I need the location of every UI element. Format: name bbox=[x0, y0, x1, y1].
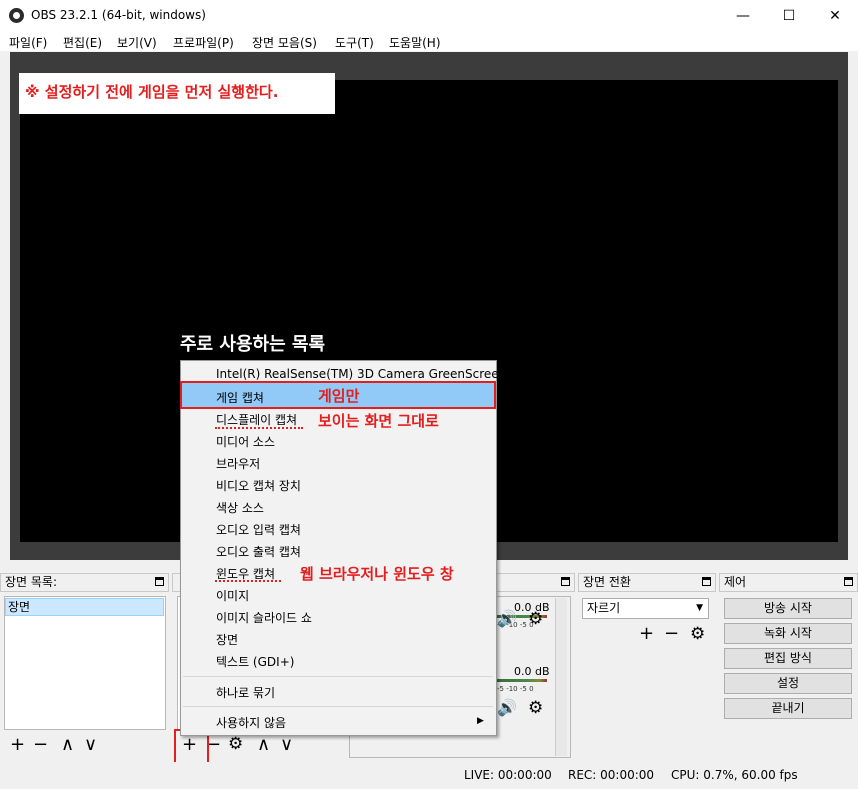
mixer-channel-1-gear-icon[interactable]: ⚙ bbox=[528, 611, 543, 628]
mixer-channel-2-gear-icon[interactable]: ⚙ bbox=[528, 700, 543, 717]
menu-item-browser[interactable]: 브라우저 bbox=[216, 455, 260, 472]
instruction-note: ※ 설정하기 전에 게임을 먼저 실행한다. bbox=[19, 73, 335, 114]
settings-button[interactable]: 설정 bbox=[724, 673, 852, 694]
scene-list-item[interactable]: 장면 bbox=[5, 598, 164, 616]
float-icon[interactable] bbox=[155, 577, 164, 586]
menu-view[interactable]: 보기(V) bbox=[117, 34, 157, 51]
context-menu-separator bbox=[183, 676, 493, 677]
source-properties-gear-icon[interactable]: ⚙ bbox=[228, 736, 243, 753]
move-scene-up-icon[interactable]: ∧ bbox=[61, 736, 74, 754]
menu-item-image[interactable]: 이미지 bbox=[216, 587, 249, 604]
move-source-down-icon[interactable]: ∨ bbox=[280, 736, 293, 754]
minimize-button[interactable]: — bbox=[720, 0, 766, 31]
studio-mode-button[interactable]: 편집 방식 bbox=[724, 648, 852, 669]
scenes-dock-title: 장면 목록: bbox=[5, 575, 58, 589]
transitions-dock-title: 장면 전환 bbox=[583, 575, 631, 589]
close-button[interactable]: ✕ bbox=[812, 0, 858, 31]
maximize-button[interactable]: ☐ bbox=[766, 0, 812, 31]
mixer-channel-2-meter bbox=[497, 679, 547, 682]
transitions-dock-header: 장면 전환 bbox=[578, 573, 716, 592]
remove-transition-icon[interactable]: − bbox=[664, 625, 679, 643]
remove-scene-icon[interactable]: − bbox=[33, 736, 48, 754]
instruction-note-text: ※ 설정하기 전에 게임을 먼저 실행한다. bbox=[25, 83, 279, 101]
annotation-web-or-window: 웹 브라우저나 윈도우 창 bbox=[300, 565, 454, 583]
mixer-channel-2-ticks: -5 -10 -5 0 bbox=[497, 685, 534, 693]
move-scene-down-icon[interactable]: ∨ bbox=[84, 736, 97, 754]
menu-item-media-source[interactable]: 미디어 소스 bbox=[216, 433, 275, 450]
submenu-arrow-icon: ▶ bbox=[477, 716, 484, 726]
menu-item-video-capture-device[interactable]: 비디오 캡쳐 장치 bbox=[216, 477, 301, 494]
move-source-up-icon[interactable]: ∧ bbox=[257, 736, 270, 754]
menu-tools[interactable]: 도구(T) bbox=[335, 34, 374, 51]
scenes-list[interactable] bbox=[4, 596, 166, 730]
mixer-scrollbar[interactable] bbox=[555, 598, 567, 756]
cpu-status: CPU: 0.7%, 60.00 fps bbox=[671, 768, 798, 782]
menu-item-audio-output-capture[interactable]: 오디오 출력 캡쳐 bbox=[216, 543, 301, 560]
display-capture-underline bbox=[215, 427, 303, 429]
float-icon[interactable] bbox=[844, 577, 853, 586]
controls-dock-header: 제어 bbox=[719, 573, 858, 592]
scenes-dock-header: 장면 목록: bbox=[0, 573, 169, 592]
chevron-down-icon: ▼ bbox=[696, 603, 703, 613]
volume-icon[interactable]: 🔊 bbox=[497, 609, 517, 628]
menu-item-deprecated[interactable]: 사용하지 않음 bbox=[216, 714, 286, 731]
start-recording-button[interactable]: 녹화 시작 bbox=[724, 623, 852, 644]
controls-dock-title: 제어 bbox=[724, 575, 747, 589]
exit-button[interactable]: 끝내기 bbox=[724, 698, 852, 719]
add-transition-icon[interactable]: + bbox=[639, 625, 654, 643]
menu-item-color-source[interactable]: 색상 소스 bbox=[216, 499, 264, 516]
obs-logo-icon bbox=[9, 8, 24, 23]
menu-help[interactable]: 도움말(H) bbox=[389, 34, 441, 51]
common-sources-label: 주로 사용하는 목록 bbox=[180, 334, 326, 355]
menu-bar: 파일(F) 편집(E) 보기(V) 프로파일(P) 장면 모음(S) 도구(T)… bbox=[0, 31, 858, 51]
volume-icon[interactable]: 🔊 bbox=[497, 698, 517, 717]
menu-item-group[interactable]: 하나로 묶기 bbox=[216, 684, 275, 701]
menu-item-audio-input-capture[interactable]: 오디오 입력 캡쳐 bbox=[216, 521, 301, 538]
transition-select-value: 자르기 bbox=[587, 601, 621, 615]
menu-item-text-gdi[interactable]: 텍스트 (GDI+) bbox=[216, 653, 294, 670]
mixer-channel-2-db: 0.0 dB bbox=[514, 665, 550, 678]
rec-status: REC: 00:00:00 bbox=[568, 768, 655, 782]
transition-properties-gear-icon[interactable]: ⚙ bbox=[690, 626, 705, 643]
menu-profile[interactable]: 프로파일(P) bbox=[173, 34, 234, 51]
live-status: LIVE: 00:00:00 bbox=[464, 768, 552, 782]
window-capture-underline bbox=[215, 580, 281, 582]
float-icon[interactable] bbox=[702, 577, 711, 586]
menu-item-scene[interactable]: 장면 bbox=[216, 631, 238, 648]
add-scene-icon[interactable]: + bbox=[10, 736, 25, 754]
menu-item-realsense[interactable]: Intel(R) RealSense(TM) 3D Camera GreenSc… bbox=[216, 367, 506, 381]
annotation-game-only: 게임만 bbox=[318, 387, 360, 405]
menu-scene-collection[interactable]: 장면 모음(S) bbox=[252, 34, 317, 51]
menu-item-display-capture[interactable]: 디스플레이 캡쳐 bbox=[216, 411, 297, 428]
menu-item-image-slideshow[interactable]: 이미지 슬라이드 쇼 bbox=[216, 609, 312, 626]
title-bar: OBS 23.2.1 (64-bit, windows) — ☐ ✕ bbox=[0, 0, 858, 31]
context-menu-separator bbox=[183, 706, 493, 707]
float-icon[interactable] bbox=[561, 577, 570, 586]
menu-edit[interactable]: 편집(E) bbox=[63, 34, 102, 51]
start-streaming-button[interactable]: 방송 시작 bbox=[724, 598, 852, 619]
menu-file[interactable]: 파일(F) bbox=[9, 34, 47, 51]
transition-select[interactable]: 자르기 ▼ bbox=[582, 598, 709, 619]
annotation-display-as-is: 보이는 화면 그대로 bbox=[318, 412, 439, 430]
window-title: OBS 23.2.1 (64-bit, windows) bbox=[31, 8, 206, 22]
status-bar: LIVE: 00:00:00 REC: 00:00:00 CPU: 0.7%, … bbox=[0, 762, 858, 789]
